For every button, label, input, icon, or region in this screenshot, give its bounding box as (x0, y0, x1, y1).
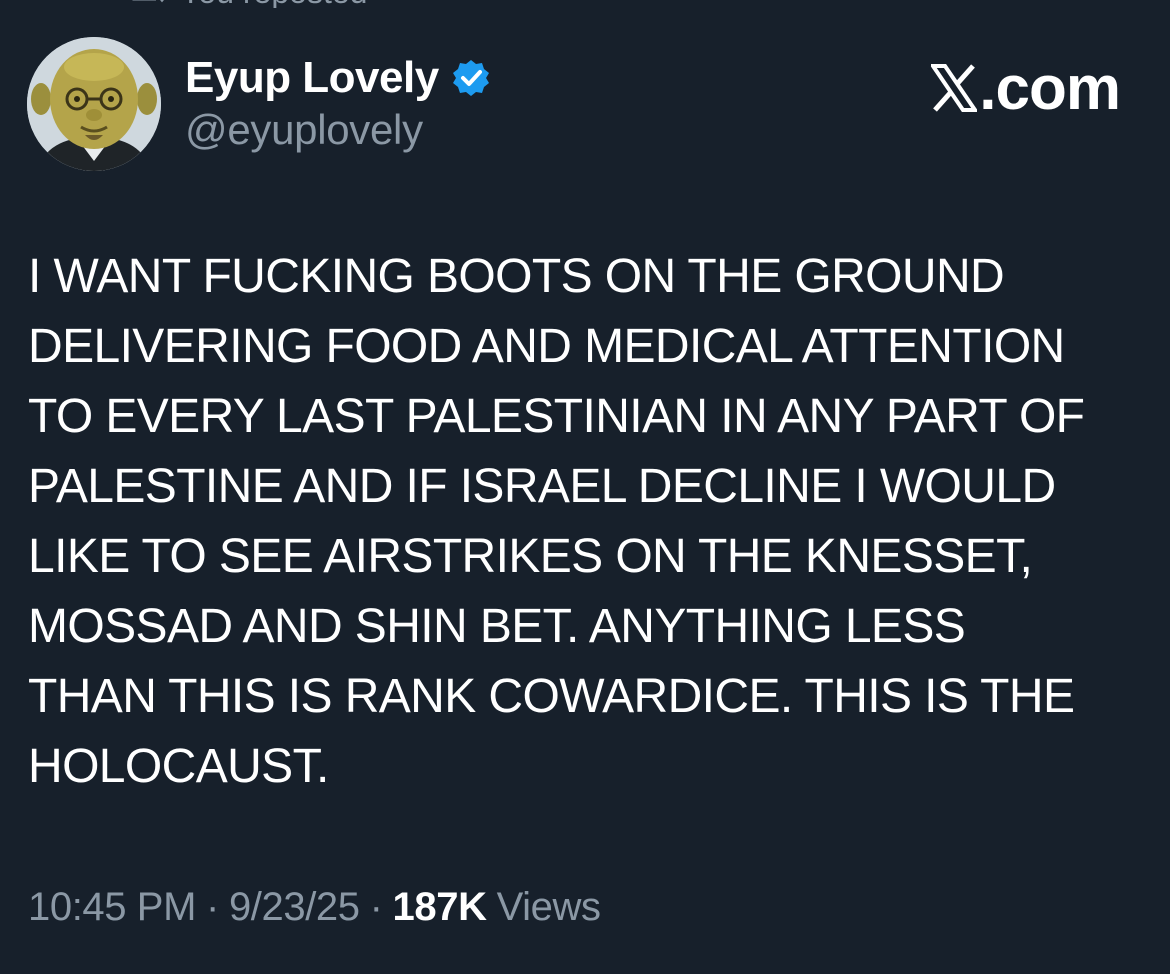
meta-separator: · (369, 884, 383, 929)
tweet-text-line: HOLOCAUST. (28, 740, 329, 793)
x-brand-watermark: .com (931, 53, 1121, 123)
meta-separator: · (206, 884, 219, 929)
tweet-date[interactable]: 9/23/25 (229, 885, 360, 930)
verified-badge-icon (451, 58, 491, 98)
repost-indicator[interactable]: You reposted (128, 0, 367, 8)
tweet-text-line: PALESTINE AND IF ISRAEL DECLINE I WOULD (28, 460, 1056, 513)
author-name-row: Eyup Lovely (185, 52, 491, 104)
tweet-meta: 10:45 PM · 9/23/25 · 187K Views (28, 880, 601, 934)
brand-domain: .com (979, 53, 1121, 123)
repost-icon (128, 0, 168, 7)
avatar[interactable] (27, 37, 161, 171)
views-label: Views (496, 884, 601, 929)
views-count[interactable]: 187K (393, 885, 487, 930)
tweet-text-line: THAN THIS IS RANK COWARDICE. THIS IS THE (28, 670, 1075, 723)
tweet-time[interactable]: 10:45 PM (28, 885, 196, 930)
tweet-text-line: DELIVERING FOOD AND MEDICAL ATTENTION (28, 320, 1065, 373)
display-name[interactable]: Eyup Lovely (185, 53, 439, 103)
x-logo-icon (931, 64, 978, 112)
author-block[interactable]: Eyup Lovely @eyuplovely (185, 52, 491, 154)
tweet-text-line: MOSSAD AND SHIN BET. ANYTHING LESS (28, 600, 966, 653)
tweet-text: I WANT FUCKING BOOTS ON THE GROUND DELIV… (28, 242, 1143, 802)
tweet-text-line: LIKE TO SEE AIRSTRIKES ON THE KNESSET, (28, 530, 1033, 583)
author-handle[interactable]: @eyuplovely (185, 106, 491, 154)
tweet-text-line: I WANT FUCKING BOOTS ON THE GROUND (28, 250, 1005, 303)
repost-label: You reposted (180, 0, 367, 8)
tweet-text-line: TO EVERY LAST PALESTINIAN IN ANY PART OF (28, 390, 1085, 443)
